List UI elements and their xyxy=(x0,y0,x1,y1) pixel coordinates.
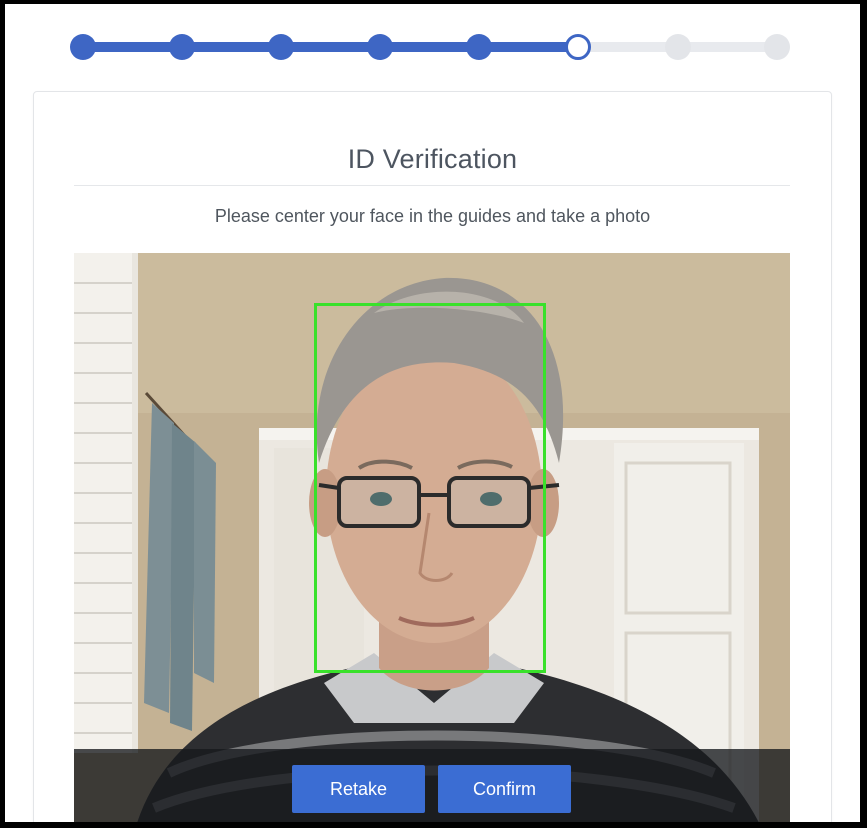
confirm-button[interactable]: Confirm xyxy=(438,765,571,813)
face-guide-box xyxy=(314,303,546,673)
stepper-track-complete xyxy=(83,42,576,52)
page-title: ID Verification xyxy=(347,144,518,174)
step-8-dot xyxy=(764,34,790,60)
step-7-dot xyxy=(665,34,691,60)
step-1-dot xyxy=(70,34,96,60)
step-3-dot xyxy=(268,34,294,60)
retake-button[interactable]: Retake xyxy=(292,765,425,813)
step-6-dot-current xyxy=(565,34,591,60)
progress-stepper xyxy=(5,4,860,84)
step-4-dot xyxy=(367,34,393,60)
page-frame: ID Verification Please center your face … xyxy=(5,4,860,822)
camera-preview: Retake Confirm xyxy=(74,253,790,822)
title-divider xyxy=(74,185,790,186)
step-5-dot xyxy=(466,34,492,60)
instructions-text: Please center your face in the guides an… xyxy=(214,206,651,226)
camera-action-bar: Retake Confirm xyxy=(74,749,790,822)
step-2-dot xyxy=(169,34,195,60)
